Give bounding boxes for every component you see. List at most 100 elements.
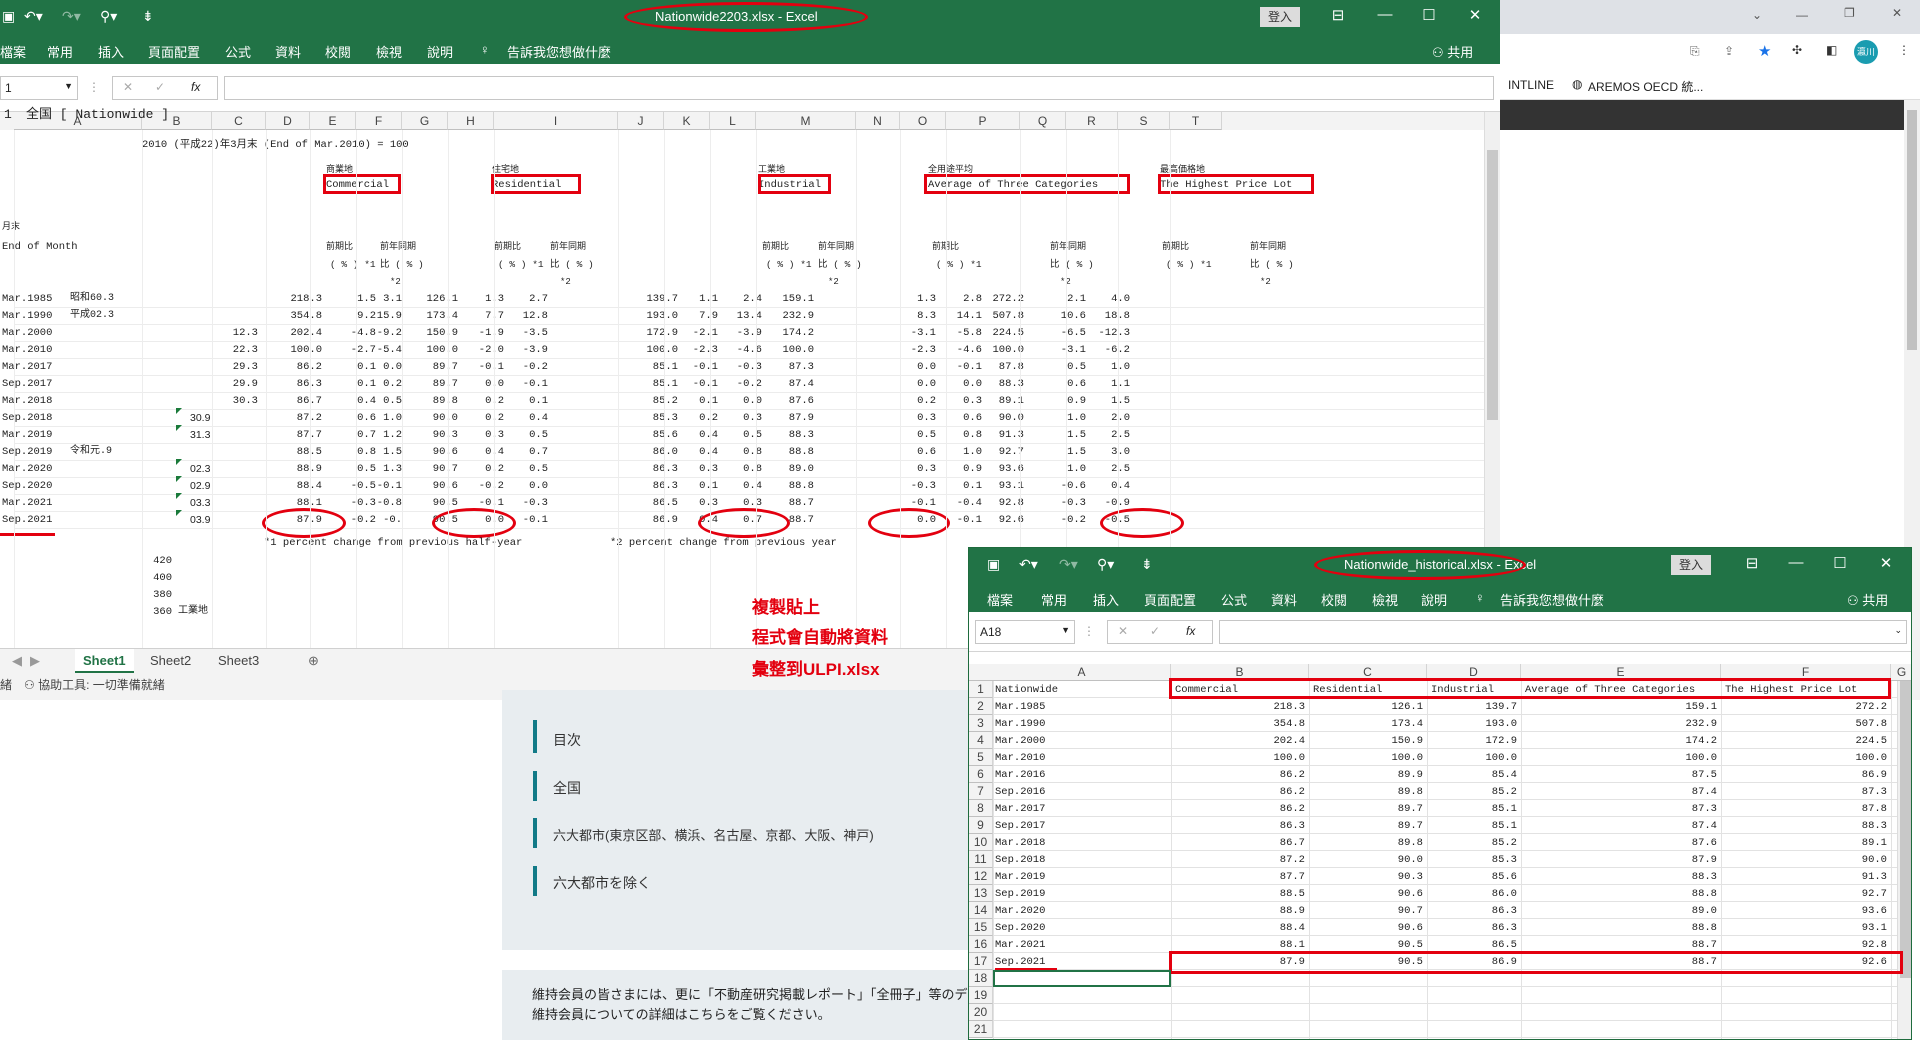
data-cell[interactable]: 0.5 <box>488 462 548 476</box>
data-cell[interactable]: 100.0 <box>1171 751 1305 765</box>
data-cell[interactable]: 0.1 <box>488 394 548 408</box>
maximize-icon[interactable]: ☐ <box>1414 6 1444 24</box>
data-cell[interactable]: 224.5 <box>964 326 1024 340</box>
data-cell[interactable]: 12.8 <box>488 309 548 323</box>
data-cell[interactable]: 88.7 <box>1521 938 1717 952</box>
data-cell[interactable]: 88.3 <box>964 377 1024 391</box>
data-cell[interactable]: 0.4 <box>702 479 762 493</box>
data-cell[interactable]: 1.3 <box>342 462 402 476</box>
data-cell[interactable]: 87.4 <box>1521 819 1717 833</box>
data-cell[interactable]: 86.2 <box>1171 802 1305 816</box>
data-cell[interactable]: -0.2 <box>702 377 762 391</box>
column-header[interactable]: N <box>856 112 900 130</box>
data-cell[interactable]: -12.3 <box>1070 326 1130 340</box>
data-cell[interactable]: 87.4 <box>1521 785 1717 799</box>
bookmark-aremos[interactable]: AREMOS OECD 統... <box>1588 78 1703 95</box>
data-cell[interactable]: 85.2 <box>1427 785 1517 799</box>
data-cell[interactable]: 90.0 <box>1721 853 1887 867</box>
extensions-icon[interactable]: ✣ <box>1792 43 1802 57</box>
data-cell[interactable]: 87.2 <box>262 411 322 425</box>
data-cell[interactable]: 86.3 <box>1427 921 1517 935</box>
sidepanel-icon[interactable]: ◧ <box>1826 43 1837 57</box>
tab-formulas[interactable]: 公式 <box>225 42 251 61</box>
minimize-icon[interactable]: — <box>1796 8 1808 22</box>
tab-review[interactable]: 校閱 <box>1321 590 1347 609</box>
data-cell[interactable]: 90.7 <box>1309 904 1423 918</box>
next-sheet-icon[interactable]: ▶ <box>22 649 48 673</box>
tab-data[interactable]: 資料 <box>275 42 301 61</box>
data-cell[interactable]: 88.7 <box>754 496 814 510</box>
scroll-thumb[interactable] <box>1900 678 1911 978</box>
data-cell[interactable]: 86.3 <box>1171 819 1305 833</box>
cancel-icon[interactable]: ✕ <box>123 80 133 94</box>
avatar[interactable]: 瀛川 <box>1854 40 1878 64</box>
data-cell[interactable]: Mar.2016 <box>995 768 1045 782</box>
data-cell[interactable]: 86.0 <box>1427 887 1517 901</box>
tab-insert[interactable]: 插入 <box>98 42 124 61</box>
data-cell[interactable]: -0.1 <box>488 377 548 391</box>
data-cell[interactable]: 0.5 <box>702 428 762 442</box>
data-cell[interactable]: 85.4 <box>1427 768 1517 782</box>
tab-file[interactable]: 檔案 <box>0 42 26 61</box>
touch-mode-icon[interactable]: ⚲▾ <box>100 8 117 25</box>
tab-insert[interactable]: 插入 <box>1093 590 1119 609</box>
data-cell[interactable]: 85.1 <box>1427 819 1517 833</box>
row-header[interactable]: 1 <box>969 681 993 698</box>
share-icon[interactable]: ⇪ <box>1724 44 1734 58</box>
formula-input[interactable]: ⌄ <box>1219 620 1907 644</box>
row-header[interactable]: 9 <box>969 817 993 834</box>
data-cell[interactable]: 85.3 <box>1427 853 1517 867</box>
data-cell[interactable]: 87.3 <box>1721 785 1887 799</box>
row-header[interactable]: 19 <box>969 987 993 1004</box>
data-cell[interactable]: 89.9 <box>1309 768 1423 782</box>
data-cell[interactable]: 193.0 <box>1427 717 1517 731</box>
tab-view[interactable]: 檢視 <box>1372 590 1398 609</box>
vertical-scrollbar[interactable] <box>1897 664 1911 1039</box>
tab-review[interactable]: 校閱 <box>325 42 351 61</box>
column-header[interactable]: G <box>1891 664 1911 681</box>
data-cell[interactable]: 93.6 <box>964 462 1024 476</box>
minimize-icon[interactable]: — <box>1781 554 1811 571</box>
data-cell[interactable]: 2.5 <box>1070 428 1130 442</box>
data-cell[interactable]: 92.7 <box>964 445 1024 459</box>
data-cell[interactable]: 89.8 <box>1309 836 1423 850</box>
undo-icon[interactable]: ↶▾ <box>24 8 43 25</box>
tab-sheet3[interactable]: Sheet3 <box>210 649 267 673</box>
nav-item-contents[interactable]: 目次 <box>553 730 581 750</box>
data-cell[interactable]: 272.2 <box>964 292 1024 306</box>
data-cell[interactable]: 4.0 <box>1070 292 1130 306</box>
data-cell[interactable]: 88.4 <box>262 479 322 493</box>
tell-me-search[interactable]: 告訴我您想做什麼 <box>1500 590 1604 609</box>
data-cell[interactable]: Mar.2020 <box>995 904 1045 918</box>
row-header[interactable]: 4 <box>969 732 993 749</box>
login-button[interactable]: 登入 <box>1260 7 1300 27</box>
redo-icon[interactable]: ↷▾ <box>1059 556 1078 573</box>
data-cell[interactable]: 0.0 <box>488 479 548 493</box>
column-header[interactable]: F <box>356 112 402 130</box>
data-cell[interactable]: 224.5 <box>1721 734 1887 748</box>
data-cell[interactable]: 89.1 <box>964 394 1024 408</box>
bookmark-intline[interactable]: INTLINE <box>1508 78 1554 92</box>
data-cell[interactable]: 100.0 <box>1427 751 1517 765</box>
data-cell[interactable]: 87.3 <box>754 360 814 374</box>
data-cell[interactable]: 86.3 <box>262 377 322 391</box>
column-header[interactable]: R <box>1066 112 1118 130</box>
data-cell[interactable]: 100.0 <box>1521 751 1717 765</box>
column-header[interactable]: T <box>1170 112 1222 130</box>
data-cell[interactable]: 93.1 <box>964 479 1024 493</box>
data-cell[interactable]: 202.4 <box>262 326 322 340</box>
data-cell[interactable]: 100.0 <box>262 343 322 357</box>
data-cell[interactable]: 86.5 <box>1427 938 1517 952</box>
tab-help[interactable]: 說明 <box>427 42 453 61</box>
data-cell[interactable]: 1.5 <box>342 445 402 459</box>
accessibility-status[interactable]: ⚇ 協助工具: 一切準備就緒 <box>24 674 165 696</box>
data-cell[interactable]: 354.8 <box>1171 717 1305 731</box>
data-cell[interactable]: 89.8 <box>1309 785 1423 799</box>
data-cell[interactable]: 92.8 <box>964 496 1024 510</box>
nav-item-excluding-six[interactable]: 六大都市を除く <box>553 873 651 893</box>
tab-sheet2[interactable]: Sheet2 <box>142 649 199 673</box>
data-cell[interactable]: Mar.1985 <box>995 700 1045 714</box>
column-header[interactable]: L <box>710 112 756 130</box>
data-cell[interactable]: 15.9 <box>342 309 402 323</box>
data-cell[interactable]: 88.8 <box>754 445 814 459</box>
